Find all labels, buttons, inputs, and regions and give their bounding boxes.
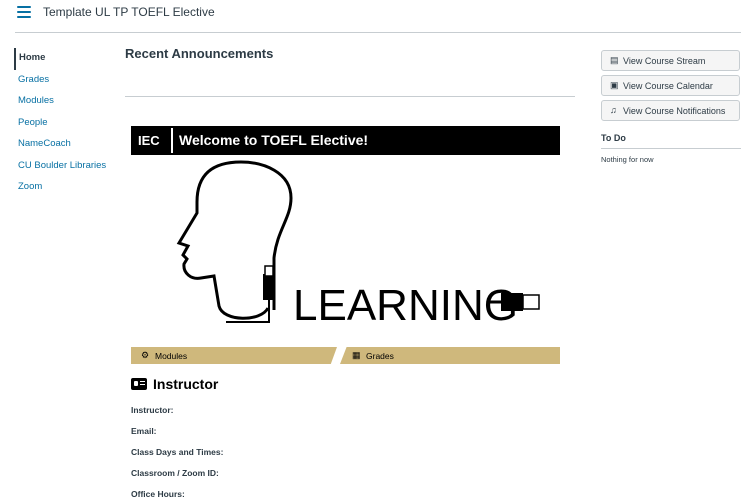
todo-divider — [601, 148, 741, 149]
page-title: Recent Announcements — [125, 46, 274, 61]
nav-item-people[interactable]: People — [14, 113, 114, 135]
email-field: Email: — [131, 426, 157, 436]
calculator-icon: ▦ — [352, 350, 361, 360]
learning-head-image: LEARNING — [176, 160, 540, 330]
view-course-stream-label: View Course Stream — [623, 56, 706, 66]
todo-empty-text: Nothing for now — [601, 155, 654, 164]
usb-plug-large-head — [522, 294, 540, 310]
nav-item-modules[interactable]: Modules — [14, 91, 114, 113]
id-card-icon — [131, 378, 147, 390]
banner-title: Welcome to TOEFL Elective! — [179, 132, 369, 148]
top-bar: Template UL TP TOEFL Elective — [0, 0, 749, 32]
calendar-icon: ▣ — [610, 80, 619, 90]
view-course-calendar-button[interactable]: ▣ View Course Calendar — [601, 75, 740, 96]
title-divider — [125, 96, 575, 97]
stream-icon: ▤ — [610, 55, 619, 65]
nav-item-namecoach[interactable]: NameCoach — [14, 134, 114, 156]
modules-icon: ⚙ — [141, 350, 150, 360]
nav-item-zoom[interactable]: Zoom — [14, 177, 114, 199]
view-course-stream-button[interactable]: ▤ View Course Stream — [601, 50, 740, 71]
usb-plug-small — [263, 274, 275, 300]
grades-tab-button[interactable]: ▦ Grades — [340, 347, 560, 364]
view-course-calendar-label: View Course Calendar — [623, 81, 713, 91]
class-days-field: Class Days and Times: — [131, 447, 224, 457]
banner-separator — [171, 128, 173, 153]
office-hours-field: Office Hours: — [131, 489, 185, 499]
course-nav: Home Grades Modules People NameCoach CU … — [14, 48, 114, 199]
learning-word: LEARNING — [293, 281, 518, 330]
header-divider — [15, 32, 741, 33]
grades-tab-label: Grades — [366, 351, 394, 361]
usb-plug-large — [501, 293, 523, 311]
nav-item-home[interactable]: Home — [14, 48, 114, 70]
hamburger-menu-icon[interactable] — [17, 6, 31, 18]
classroom-zoom-field: Classroom / Zoom ID: — [131, 468, 219, 478]
usb-plug-small-head — [264, 265, 274, 277]
view-course-notifications-label: View Course Notifications — [623, 106, 726, 116]
modules-tab-button[interactable]: ⚙ Modules — [131, 347, 337, 364]
banner-tag: IEC — [138, 133, 160, 148]
instructor-heading: Instructor — [131, 376, 218, 392]
bell-icon: ♫ — [610, 105, 617, 115]
welcome-banner: IEC Welcome to TOEFL Elective! — [131, 126, 560, 155]
nav-item-cu-boulder-libraries[interactable]: CU Boulder Libraries — [14, 156, 114, 178]
instructor-field: Instructor: — [131, 405, 174, 415]
instructor-heading-text: Instructor — [153, 376, 219, 392]
view-course-notifications-button[interactable]: ♫ View Course Notifications — [601, 100, 740, 121]
todo-heading: To Do — [601, 133, 626, 143]
modules-tab-label: Modules — [155, 351, 188, 361]
breadcrumb-course[interactable]: Template UL TP TOEFL Elective — [43, 5, 215, 19]
nav-item-grades[interactable]: Grades — [14, 70, 114, 92]
